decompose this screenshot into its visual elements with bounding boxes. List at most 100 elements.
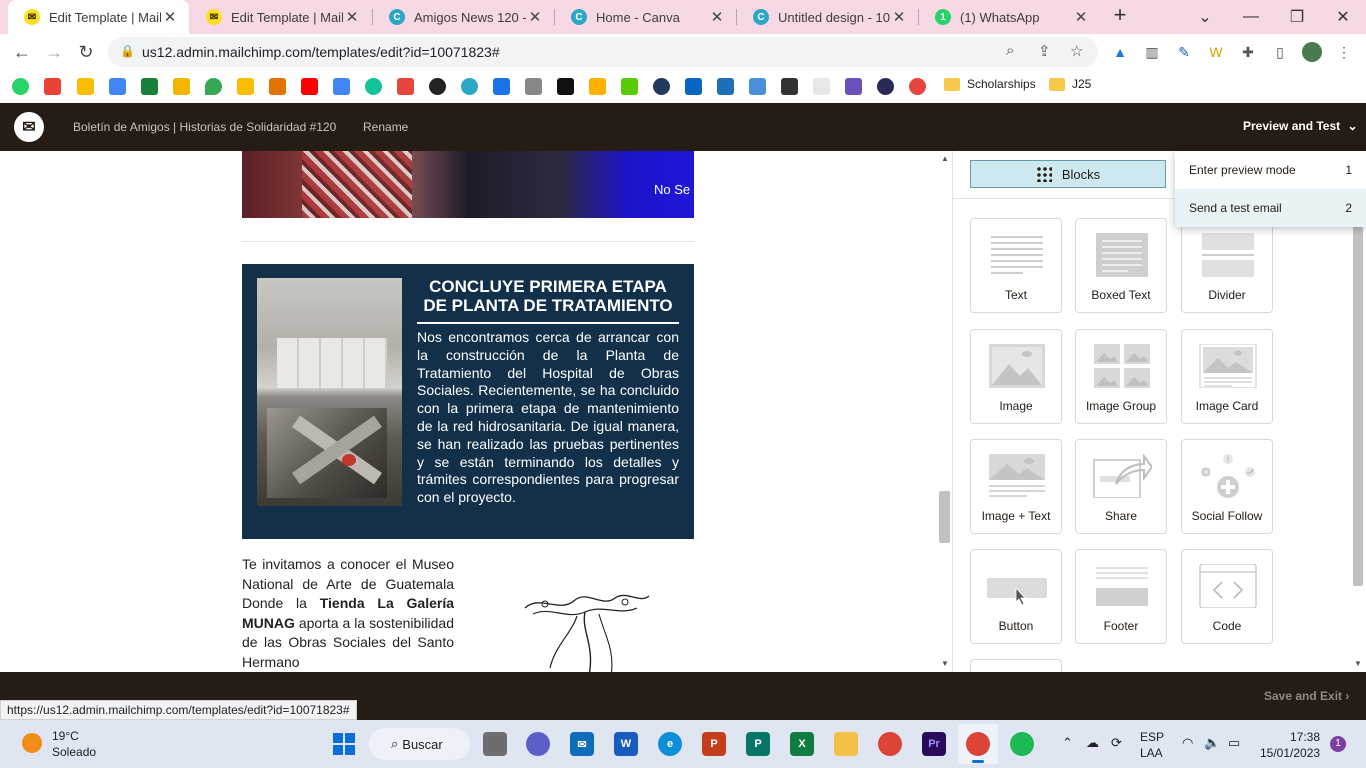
whatsapp-bookmark-icon[interactable] — [12, 78, 29, 95]
bookmark-icon[interactable] — [525, 78, 542, 95]
file-explorer-icon[interactable] — [834, 732, 858, 756]
google-docs-bookmark-icon[interactable] — [109, 78, 126, 95]
bookmark-icon[interactable] — [397, 78, 414, 95]
block-image-card[interactable]: Image Card — [1181, 329, 1273, 424]
input-layout[interactable]: LAA — [1140, 746, 1163, 760]
panel-scrollbar[interactable]: ▼ — [1351, 151, 1366, 672]
taskbar-search[interactable]: ⌕ Buscar — [369, 728, 470, 760]
bookmark-icon[interactable] — [429, 78, 446, 95]
bookmark-icon[interactable] — [493, 78, 510, 95]
close-icon[interactable]: ✕ — [890, 8, 908, 26]
preview-and-test-button[interactable]: Preview and Test ⌄ — [1243, 119, 1358, 133]
edge-browser-icon[interactable]: e — [658, 732, 682, 756]
mail-app-icon[interactable]: ✉ — [570, 732, 594, 756]
google-sheets-bookmark-icon[interactable] — [141, 78, 158, 95]
scroll-up-arrow-icon[interactable]: ▲ — [941, 154, 949, 163]
close-icon[interactable]: ✕ — [161, 8, 179, 26]
battery-icon[interactable]: ▭ — [1228, 735, 1240, 751]
weather-temperature[interactable]: 19°C — [52, 729, 79, 743]
publisher-icon[interactable]: P — [746, 732, 770, 756]
address-url[interactable]: us12.admin.mailchimp.com/templates/edit?… — [142, 44, 500, 60]
bookmark-folder-j25[interactable]: J25 — [1049, 77, 1091, 91]
linkedin-bookmark-icon[interactable] — [685, 78, 702, 95]
block-image-text[interactable]: Image + Text — [970, 439, 1062, 534]
block-social-follow[interactable]: f Social Follow — [1181, 439, 1273, 534]
chrome-menu-icon[interactable]: ⋮ — [1334, 42, 1354, 62]
volume-icon[interactable]: 🔈 — [1204, 735, 1220, 751]
forward-button[interactable]: → — [40, 38, 68, 66]
tab-search-chevron-icon[interactable]: ⌄ — [1182, 0, 1228, 34]
block-image-group[interactable]: Image Group — [1075, 329, 1167, 424]
google-translate-bookmark-icon[interactable] — [333, 78, 350, 95]
block-image[interactable]: Image — [970, 329, 1062, 424]
bookmark-icon[interactable] — [653, 78, 670, 95]
windows-start-icon[interactable] — [333, 733, 355, 755]
block-code[interactable]: Code — [1181, 549, 1273, 644]
bookmark-icon[interactable] — [749, 78, 766, 95]
gmail-bookmark-icon[interactable] — [44, 78, 61, 95]
google-slides-bookmark-icon[interactable] — [173, 78, 190, 95]
bookmark-icon[interactable] — [717, 78, 734, 95]
clock-date[interactable]: 15/01/2023 — [1260, 746, 1320, 760]
reload-button[interactable]: ↻ — [72, 38, 100, 66]
bookmark-icon[interactable] — [909, 78, 926, 95]
close-icon[interactable]: ✕ — [708, 8, 726, 26]
close-icon[interactable]: ✕ — [526, 8, 544, 26]
blocks-tab[interactable]: Blocks — [970, 160, 1166, 188]
input-language[interactable]: ESP — [1140, 730, 1164, 744]
notification-badge[interactable]: 1 — [1330, 736, 1346, 752]
bookmark-icon[interactable] — [557, 78, 574, 95]
scrollbar-thumb[interactable] — [939, 491, 950, 543]
bookmark-icon[interactable] — [589, 78, 606, 95]
zoom-icon[interactable]: ⌕ — [1006, 42, 1014, 59]
card-body-text[interactable]: Nos encontramos cerca de arrancar con la… — [417, 329, 679, 507]
google-drive-extension-icon[interactable]: ▲ — [1110, 42, 1130, 62]
browser-tab-1[interactable]: ✉ Edit Template | Mailch ✕ — [8, 0, 189, 34]
word-icon[interactable]: W — [614, 732, 638, 756]
bookmark-icon[interactable] — [813, 78, 830, 95]
chrome-icon[interactable] — [878, 732, 902, 756]
youtube-bookmark-icon[interactable] — [301, 78, 318, 95]
bookmark-icon[interactable] — [781, 78, 798, 95]
save-and-exit-button[interactable]: Save and Exit › — [1264, 689, 1349, 703]
scroll-down-arrow-icon[interactable]: ▼ — [1354, 659, 1362, 668]
extensions-puzzle-icon[interactable]: ✚ — [1238, 42, 1258, 62]
block-divider[interactable]: Divider — [1181, 218, 1273, 313]
close-window-button[interactable]: ✕ — [1320, 0, 1366, 34]
task-view-icon[interactable] — [483, 732, 507, 756]
hero-image[interactable]: No Se — [242, 151, 694, 218]
browser-tab-6[interactable]: 1 (1) WhatsApp ✕ — [919, 0, 1100, 34]
powerpoint-icon[interactable]: P — [702, 732, 726, 756]
bookmark-icon[interactable] — [877, 78, 894, 95]
browser-tab-2[interactable]: ✉ Edit Template | Mailch ✕ — [190, 0, 371, 34]
onedrive-icon[interactable]: ☁ — [1086, 735, 1099, 751]
chrome-active-app[interactable] — [958, 724, 998, 764]
reading-mode-extension-icon[interactable]: ▥ — [1142, 42, 1162, 62]
close-icon[interactable]: ✕ — [343, 8, 361, 26]
bookmark-folder-scholarships[interactable]: Scholarships — [944, 77, 1036, 91]
weather-sun-icon[interactable] — [22, 733, 42, 753]
scroll-down-arrow-icon[interactable]: ▼ — [941, 659, 949, 668]
rename-link[interactable]: Rename — [363, 120, 408, 134]
block-footer[interactable]: Footer — [1075, 549, 1167, 644]
tree-sketch-image[interactable] — [515, 586, 655, 672]
enter-preview-mode-item[interactable]: Enter preview mode 1 — [1175, 151, 1366, 189]
show-hidden-icons-chevron-icon[interactable]: ⌃ — [1062, 735, 1073, 751]
bookmark-icon[interactable] — [845, 78, 862, 95]
minimize-button[interactable]: — — [1228, 0, 1274, 34]
address-bar[interactable]: 🔒 us12.admin.mailchimp.com/templates/edi… — [108, 37, 1098, 67]
block-boxed-text[interactable]: Boxed Text — [1075, 218, 1167, 313]
mailchimp-logo-icon[interactable]: ✉ — [14, 112, 44, 142]
clock-time[interactable]: 17:38 — [1290, 730, 1320, 744]
invite-text-block[interactable]: Te invitamos a conocer el Museo National… — [242, 555, 454, 672]
pen-extension-icon[interactable]: ✎ — [1174, 42, 1194, 62]
canvas-scrollbar[interactable]: ▲ ▼ — [938, 151, 952, 672]
google-maps-bookmark-icon[interactable] — [205, 78, 222, 95]
browser-tab-3[interactable]: C Amigos News 120 - D ✕ — [373, 0, 554, 34]
browser-tab-5[interactable]: C Untitled design - 1024 ✕ — [737, 0, 918, 34]
block-text[interactable]: Text — [970, 218, 1062, 313]
maximize-button[interactable]: ❐ — [1274, 0, 1320, 34]
sync-icon[interactable]: ⟳ — [1111, 735, 1122, 751]
weather-description[interactable]: Soleado — [52, 745, 96, 759]
spotify-icon[interactable] — [1010, 732, 1034, 756]
